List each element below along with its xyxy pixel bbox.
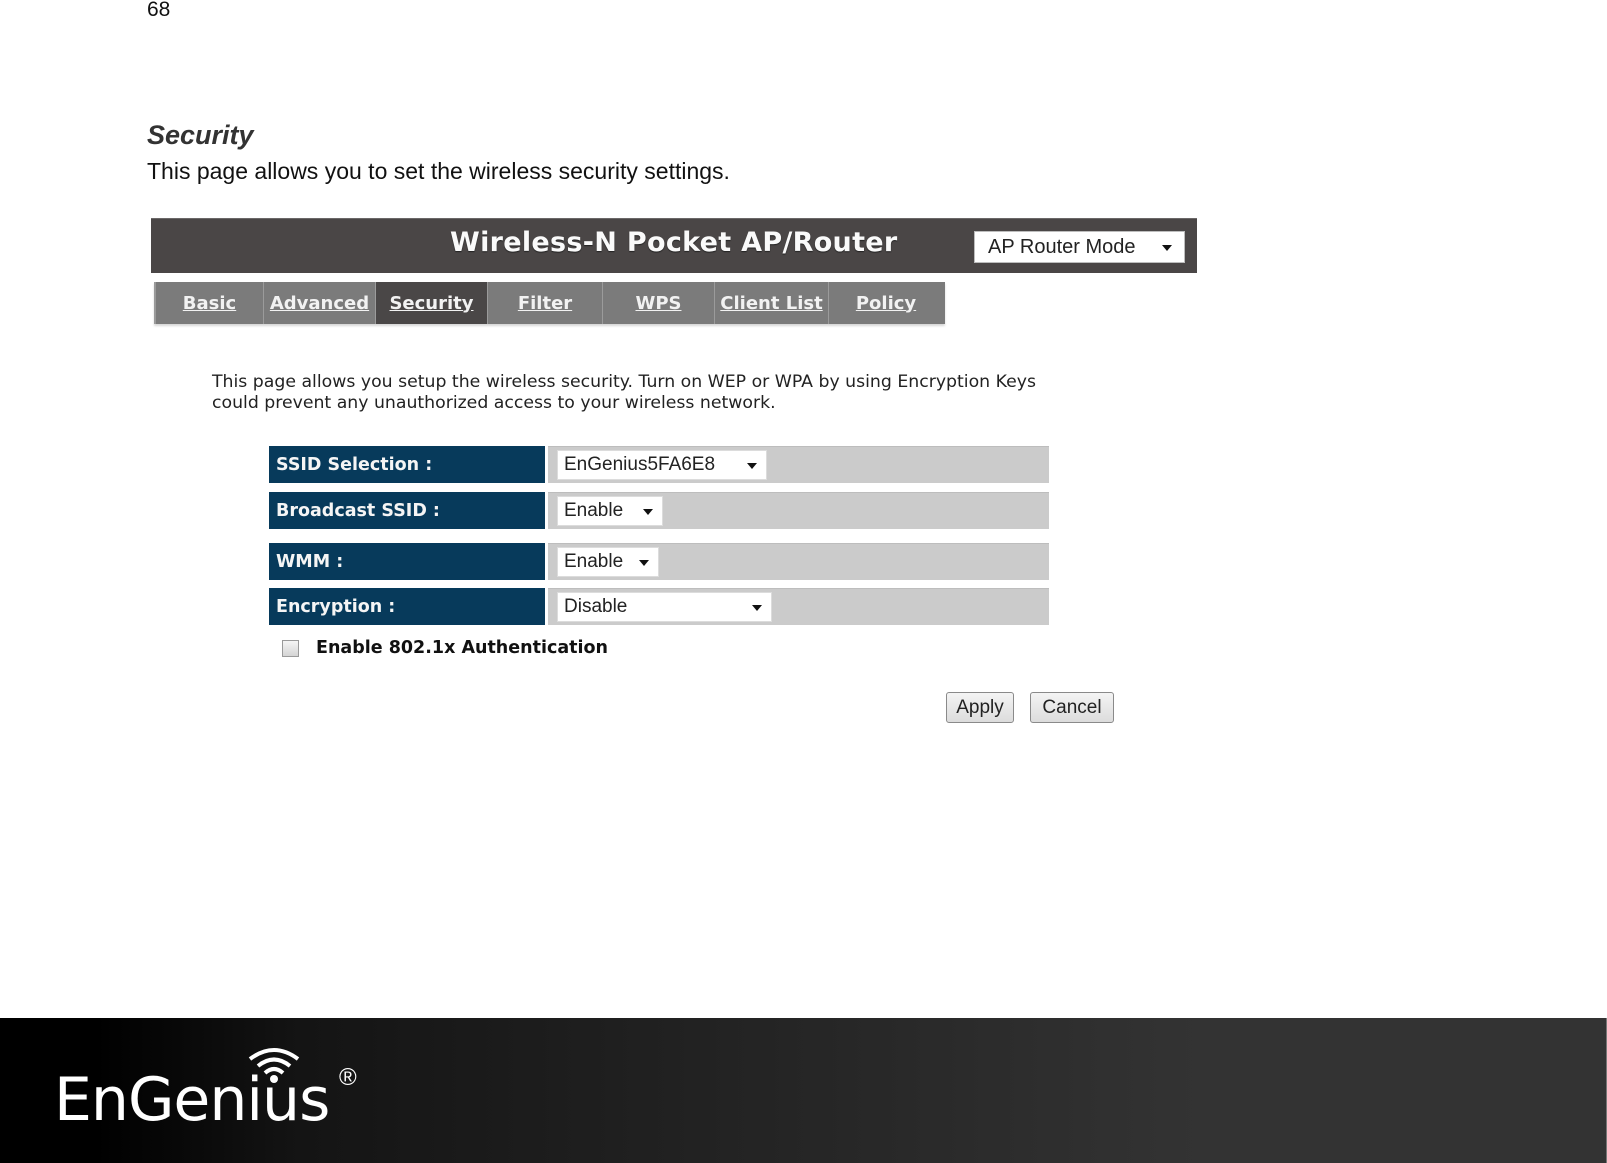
chevron-down-icon (747, 463, 757, 469)
wmm-cell: Enable (548, 543, 1049, 580)
broadcast-ssid-select[interactable]: Enable (557, 496, 663, 526)
mode-select-value: AP Router Mode (988, 235, 1136, 258)
ssid-selection-cell: EnGenius5FA6E8 (548, 446, 1049, 483)
wmm-select[interactable]: Enable (557, 547, 659, 577)
page-number: 68 (147, 0, 171, 21)
chevron-down-icon (639, 560, 649, 566)
broadcast-ssid-row: Broadcast SSID : Enable (269, 492, 1049, 529)
encryption-row: Encryption : Disable (269, 588, 1049, 625)
apply-button[interactable]: Apply (946, 692, 1014, 723)
encryption-value: Disable (564, 596, 628, 617)
tab-basic[interactable]: Basic (156, 282, 264, 324)
section-description: This page allows you to set the wireless… (147, 158, 730, 184)
tab-security[interactable]: Security (376, 282, 488, 324)
security-description-line2: could prevent any unauthorized access to… (212, 393, 776, 413)
registered-mark: ® (339, 1064, 357, 1091)
mode-select[interactable]: AP Router Mode (974, 231, 1185, 263)
ssid-selection-select[interactable]: EnGenius5FA6E8 (557, 450, 767, 480)
wmm-value: Enable (564, 551, 624, 572)
wmm-label: WMM : (269, 543, 545, 580)
tab-advanced[interactable]: Advanced (264, 282, 376, 324)
encryption-cell: Disable (548, 588, 1049, 625)
chevron-down-icon (643, 509, 653, 515)
tab-wps[interactable]: WPS (603, 282, 715, 324)
section-title: Security (147, 120, 254, 150)
ssid-selection-value: EnGenius5FA6E8 (564, 454, 716, 475)
engenius-logo: EnGenius ® (54, 1048, 374, 1148)
security-description-line1: This page allows you setup the wireless … (212, 372, 1036, 392)
encryption-select[interactable]: Disable (557, 592, 772, 622)
wifi-icon (248, 1048, 300, 1083)
broadcast-ssid-cell: Enable (548, 492, 1049, 529)
chevron-down-icon (1162, 245, 1172, 251)
chevron-down-icon (752, 605, 762, 611)
security-description: This page allows you setup the wireless … (212, 372, 1112, 414)
auth-8021x-checkbox[interactable] (282, 639, 299, 657)
tab-client-list[interactable]: Client List (715, 282, 829, 324)
router-header: Wireless-N Pocket AP/Router AP Router Mo… (151, 218, 1197, 273)
footer-banner: EnGenius ® (0, 1018, 1607, 1163)
ssid-selection-label: SSID Selection : (269, 446, 545, 483)
tab-bar: Basic Advanced Security Filter WPS Clien… (154, 282, 945, 324)
router-title: Wireless-N Pocket AP/Router (450, 227, 898, 258)
auth-8021x-row: Enable 802.1x Authentication (282, 638, 608, 658)
broadcast-ssid-label: Broadcast SSID : (269, 492, 545, 529)
broadcast-ssid-value: Enable (564, 500, 624, 521)
auth-8021x-label: Enable 802.1x Authentication (316, 638, 608, 658)
wmm-row: WMM : Enable (269, 543, 1049, 580)
encryption-label: Encryption : (269, 588, 545, 625)
cancel-button[interactable]: Cancel (1030, 692, 1114, 723)
tab-filter[interactable]: Filter (488, 282, 603, 324)
tab-policy[interactable]: Policy (829, 282, 943, 324)
ssid-selection-row: SSID Selection : EnGenius5FA6E8 (269, 446, 1049, 483)
